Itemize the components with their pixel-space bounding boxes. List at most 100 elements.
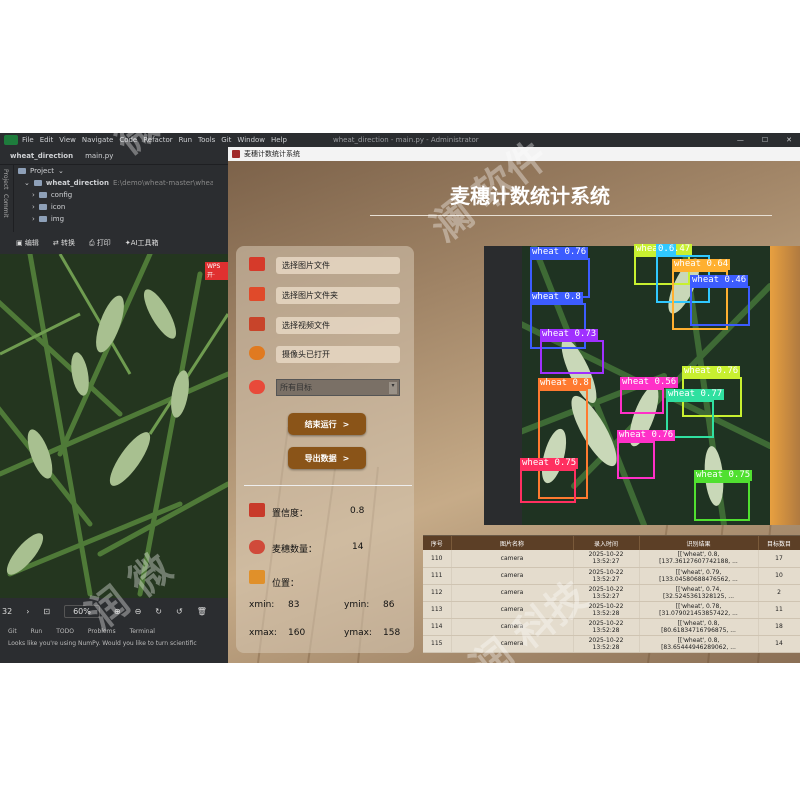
table-row[interactable]: 112 camera 2025-10-22 13:52:27 [['wheat', 0.… [423, 584, 800, 602]
detection-box [690, 286, 750, 326]
col-time[interactable]: 录入时间 [573, 536, 640, 550]
convert-button[interactable]: ⇄ 转换 [53, 238, 75, 248]
menu-git[interactable]: Git [221, 136, 231, 144]
cell-text: [80.61834716796875, ... [661, 626, 736, 634]
menu-navigate[interactable]: Navigate [82, 136, 113, 144]
status-tab-todo[interactable]: TODO [56, 628, 74, 635]
zoom-out-icon[interactable]: ⊖ [135, 607, 142, 616]
cell-text: 2025-10-22 [588, 585, 624, 593]
cell-text: 2025-10-22 [588, 619, 624, 627]
detection-frame-edge-right [770, 246, 800, 525]
tree-item-img[interactable]: › img [14, 213, 228, 225]
select-video-button[interactable]: 选择视频文件 [276, 317, 400, 334]
target-select[interactable]: 所有目标 ▾ [276, 379, 400, 396]
zoom-level[interactable]: 60% [64, 604, 100, 618]
convert-label: 转换 [60, 239, 75, 247]
cell-text: [['wheat', 0.79, [675, 568, 722, 576]
table-cell: [['wheat', 0.78, [31.079021453857422, ... [639, 601, 759, 619]
edit-button[interactable]: ▣ 编辑 [16, 238, 39, 248]
count-label: 麦穗数量： [272, 545, 318, 555]
project-name[interactable]: wheat_direction [10, 152, 73, 160]
app-titlebar: 麦穗计数统计系统 [228, 147, 800, 161]
rotate-icon[interactable]: ↻ [155, 607, 162, 616]
select-folder-button[interactable]: 选择图片文件夹 [276, 287, 400, 304]
detection-box [617, 441, 655, 479]
menu-help[interactable]: Help [271, 136, 287, 144]
minimize-icon[interactable]: — [737, 136, 744, 144]
side-tab-commit[interactable]: Commit [2, 194, 9, 218]
export-button[interactable]: 导出数据 > [288, 447, 366, 469]
table-row[interactable]: 111 camera 2025-10-22 13:52:27 [['wheat', 0.… [423, 567, 800, 585]
cell-text: 2025-10-22 [588, 602, 624, 610]
tree-root[interactable]: ⌄ wheat_direction E:\demo\wheat-master\w… [14, 177, 228, 189]
confidence-value: 0.8 [350, 506, 365, 516]
cell-text: 13:52:27 [592, 575, 620, 583]
select-image-button[interactable]: 选择图片文件 [276, 257, 400, 274]
cell-text: camera [500, 572, 524, 579]
chevron-right-icon[interactable]: › [26, 607, 29, 616]
table-row[interactable]: 115 camera 2025-10-22 13:52:28 [['wheat', 0.… [423, 635, 800, 653]
table-row[interactable]: 114 camera 2025-10-22 13:52:28 [['wheat', 0.… [423, 618, 800, 636]
tree-item-icon[interactable]: › icon [14, 201, 228, 213]
menu-code[interactable]: Code [119, 136, 137, 144]
detection-label: wheat 0.46 [690, 275, 749, 286]
col-count[interactable]: 目标数目 [758, 536, 800, 550]
table-cell: 10 [758, 567, 800, 585]
status-tab-git[interactable]: Git [8, 628, 17, 635]
menu-window[interactable]: Window [237, 136, 265, 144]
project-tree: Project ⌄ ⌄ wheat_direction E:\demo\whea… [14, 165, 228, 231]
wps-badge[interactable]: WPS开· [205, 262, 228, 280]
menu-edit[interactable]: Edit [40, 136, 54, 144]
cell-text: 18 [775, 623, 783, 630]
delete-icon[interactable]: 🗑 [197, 607, 207, 616]
tree-item-config[interactable]: › config [14, 189, 228, 201]
cell-text: 2025-10-22 [588, 551, 624, 559]
col-image-name[interactable]: 图片名称 [451, 536, 574, 550]
menu-tools[interactable]: Tools [198, 136, 215, 144]
status-tab-problems[interactable]: Problems [88, 628, 116, 635]
detection-box [520, 469, 576, 503]
col-result[interactable]: 识别结果 [639, 536, 759, 550]
camera-button[interactable]: 摄像头已打开 [276, 346, 400, 363]
chevron-down-icon: ⌄ [57, 167, 64, 175]
rotate-left-icon[interactable]: ↺ [176, 607, 183, 616]
table-cell: [['wheat', 0.8, [137.36127607742188, ... [639, 550, 759, 568]
table-cell: [['wheat', 0.74, [32.5245361328125, ... [639, 584, 759, 602]
menu-refactor[interactable]: Refactor [143, 136, 172, 144]
table-cell: 2025-10-22 13:52:27 [573, 550, 640, 568]
side-tab-project[interactable]: Project [2, 169, 9, 190]
panel-divider [244, 485, 412, 486]
cell-text: 14 [775, 640, 783, 647]
status-tab-terminal[interactable]: Terminal [130, 628, 155, 635]
tree-header[interactable]: Project ⌄ [14, 165, 228, 177]
confidence-label: 置信度： [272, 509, 309, 519]
cell-text: camera [500, 640, 524, 647]
ide-status-area: Git Run TODO Problems Terminal Looks lik… [0, 624, 228, 652]
table-cell: [['wheat', 0.8, [83.65444946289062, ... [639, 635, 759, 653]
status-tab-run[interactable]: Run [31, 628, 43, 635]
table-cell: camera [451, 567, 574, 585]
close-icon[interactable]: ✕ [786, 136, 792, 144]
fit-page-icon[interactable]: ⊡ [43, 607, 50, 616]
detection-box [694, 481, 750, 521]
detection-label: wheat 0.8 [530, 292, 583, 303]
chevron-right-icon: › [32, 203, 35, 211]
zoom-in-icon[interactable]: ⊕ [114, 607, 121, 616]
stop-button[interactable]: 结束运行 > [288, 413, 366, 435]
table-row[interactable]: 113 camera 2025-10-22 13:52:28 [['wheat', 0.… [423, 601, 800, 619]
menu-view[interactable]: View [59, 136, 76, 144]
table-header-row: 序号 图片名称 录入时间 识别结果 目标数目 [423, 536, 800, 550]
open-file-tab[interactable]: main.py [85, 152, 113, 160]
chevron-right-icon: > [342, 453, 350, 463]
ai-toolbox-button[interactable]: ✦AI工具箱 [125, 238, 159, 248]
col-index[interactable]: 序号 [423, 536, 452, 550]
maximize-icon[interactable]: ☐ [762, 136, 768, 144]
detection-frame-edge [484, 246, 522, 525]
table-row[interactable]: 110 camera 2025-10-22 13:52:27 [['wheat', 0.… [423, 550, 800, 568]
menu-file[interactable]: File [22, 136, 34, 144]
menu-run[interactable]: Run [179, 136, 192, 144]
table-cell: camera [451, 618, 574, 636]
image-viewer-toolbar: ▣ 编辑 ⇄ 转换 ⎙ 打印 ✦AI工具箱 [0, 232, 228, 254]
print-button[interactable]: ⎙ 打印 [89, 238, 111, 248]
table-cell: 2025-10-22 13:52:28 [573, 635, 640, 653]
